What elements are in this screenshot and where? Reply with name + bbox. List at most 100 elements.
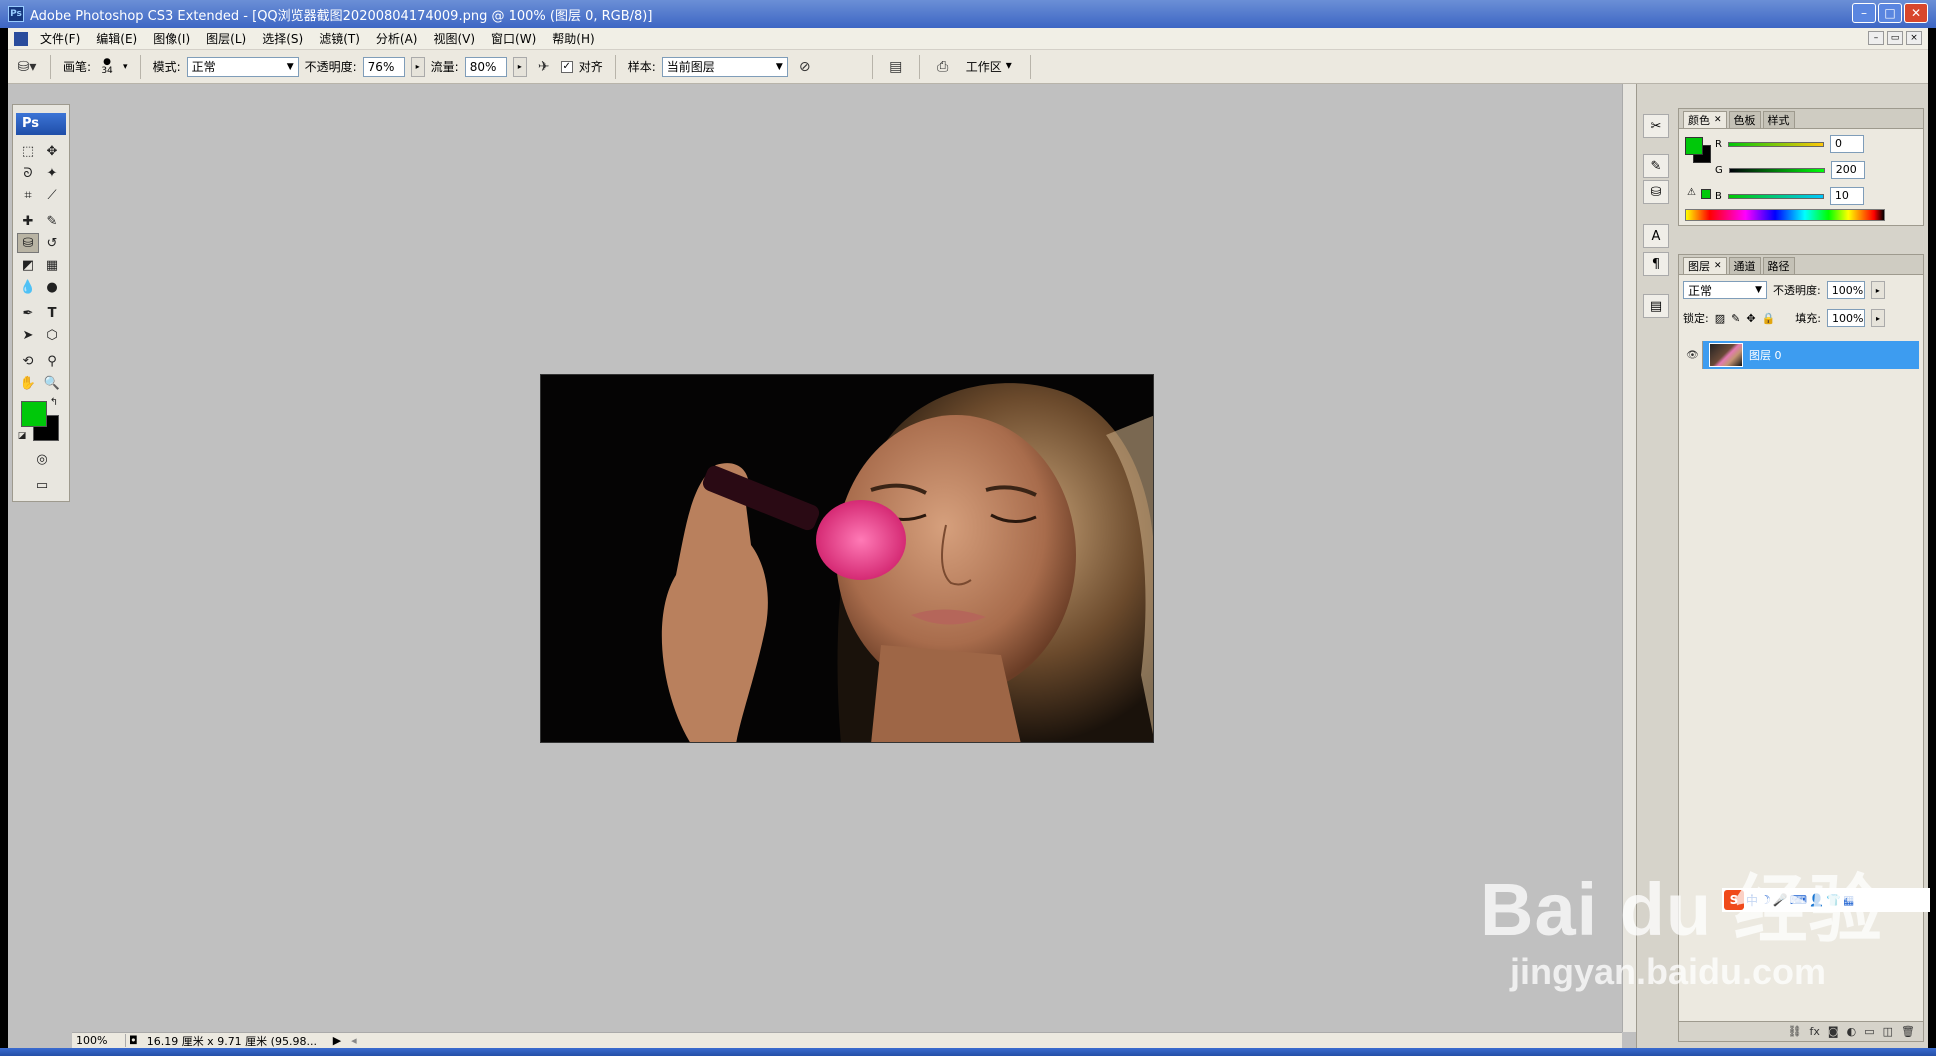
windows-taskbar[interactable] [0,1048,1936,1056]
pen-icon[interactable]: ✒ [17,303,39,323]
move-icon[interactable]: ✥ [41,141,63,161]
g-input[interactable]: 200 [1830,161,1865,179]
aligned-checkbox[interactable]: ✓ [560,60,573,73]
tab-swatches[interactable]: 色板 [1728,111,1761,128]
b-slider[interactable] [1727,193,1824,199]
hscroll-left-icon[interactable]: ◂ [347,1034,361,1047]
hand-icon[interactable]: ✋ [17,373,39,393]
default-colors-icon[interactable]: ◪ [15,429,29,443]
ime-toolbar[interactable]: S 中 ☽ 🎤 ⌨ 👤 👕 ▦ [1722,888,1930,912]
link-layers-icon[interactable]: ⛓ [1788,1025,1802,1038]
magic-wand-icon[interactable]: ✦ [41,163,63,183]
menu-image[interactable]: 图像(I) [145,30,198,47]
layer-opacity-slider-button[interactable]: ▸ [1870,281,1885,299]
eraser-icon[interactable]: ◩ [17,255,39,275]
flow-slider-button[interactable]: ▸ [512,56,527,77]
color-spectrum-bar[interactable] [1685,209,1885,221]
palette-well-icon[interactable]: ▤ [885,56,907,78]
ignore-adjustment-layers-icon[interactable]: ⊘ [794,56,816,78]
new-group-icon[interactable]: ▭ [1864,1025,1874,1038]
opacity-input[interactable]: 76% [362,56,405,77]
layer-style-icon[interactable]: fx [1810,1025,1820,1038]
brush-icon[interactable]: ✎ [41,211,63,231]
crop-icon[interactable]: ⌗ [17,185,39,205]
r-input[interactable]: 0 [1829,135,1864,153]
brush-dropdown-arrow-icon[interactable]: ▾ [123,62,128,72]
lasso-icon[interactable]: ᘐ [17,163,39,183]
zoom-level[interactable]: 100% [72,1034,126,1047]
panel-fg-swatch[interactable] [1685,137,1703,155]
document-image[interactable] [540,374,1154,743]
history-brush-icon[interactable]: ↺ [41,233,63,253]
bridge-icon[interactable]: ⎙ [932,56,954,78]
menu-layer[interactable]: 图层(L) [198,30,254,47]
maximize-button[interactable]: □ [1878,3,1902,23]
3d-rotate-icon[interactable]: ⟲ [17,351,39,371]
marquee-icon[interactable]: ⬚ [17,141,39,161]
gamut-warning-icon[interactable]: ⚠ [1687,187,1696,198]
tab-channels[interactable]: 通道 [1728,257,1761,274]
adjustment-layer-icon[interactable]: ◐ [1847,1025,1857,1038]
lock-position-icon[interactable]: ✥ [1746,312,1755,325]
menu-view[interactable]: 视图(V) [425,30,483,47]
layer-row[interactable]: 👁 图层 0 [1683,341,1919,369]
sample-select[interactable]: 当前图层 ▼ [661,56,788,77]
g-slider[interactable] [1728,167,1825,173]
dodge-icon[interactable]: ● [41,277,63,297]
doc-minimize-button[interactable]: – [1868,31,1884,45]
menu-window[interactable]: 窗口(W) [483,30,544,47]
mode-select[interactable]: 正常 ▼ [186,56,299,77]
clone-source-icon[interactable]: ⛁ [1643,180,1669,204]
tab-color[interactable]: 颜色 ✕ [1683,111,1727,128]
close-button[interactable]: ✕ [1904,3,1928,23]
lock-all-icon[interactable]: 🔒 [1762,312,1776,325]
airbrush-icon[interactable]: ✈ [533,56,555,78]
character-icon[interactable]: A [1643,224,1669,248]
menu-analysis[interactable]: 分析(A) [368,30,426,47]
menu-filter[interactable]: 滤镜(T) [311,30,368,47]
close-icon[interactable]: ✕ [1714,261,1722,271]
foreground-color-swatch[interactable] [21,401,47,427]
tools-preset-icon[interactable]: ✂ [1643,114,1669,138]
fill-input[interactable]: 100% [1826,309,1865,327]
doc-close-button[interactable]: × [1906,31,1922,45]
brush-picker[interactable]: ● 34 [97,57,117,76]
layer-mask-icon[interactable]: ◙ [1828,1025,1839,1038]
flow-input[interactable]: 80% [464,56,507,77]
menu-edit[interactable]: 编辑(E) [88,30,145,47]
delete-layer-icon[interactable]: 🗑 [1901,1025,1915,1038]
blend-mode-select[interactable]: 正常 ▼ [1683,281,1767,299]
zoom-icon[interactable]: 🔍 [41,373,63,393]
visibility-eye-icon[interactable]: 👁 [1683,341,1703,369]
tab-paths[interactable]: 路径 [1762,257,1795,274]
status-arrow-icon[interactable]: ▶ [327,1034,347,1047]
menu-select[interactable]: 选择(S) [254,30,311,47]
eyedropper-icon[interactable]: ⚲ [41,351,63,371]
close-icon[interactable]: ✕ [1714,115,1722,125]
lock-image-icon[interactable]: ✎ [1731,312,1740,325]
path-selection-icon[interactable]: ➤ [17,325,39,345]
layer-comps-icon[interactable]: ▤ [1643,294,1669,318]
brushes-icon[interactable]: ✎ [1643,154,1669,178]
blur-icon[interactable]: 💧 [17,277,39,297]
healing-brush-icon[interactable]: ✚ [17,211,39,231]
workspace-menu[interactable]: 工作区 ▾ [960,58,1018,75]
shape-icon[interactable]: ⬡ [41,325,63,345]
opacity-slider-button[interactable]: ▸ [410,56,425,77]
layer-opacity-input[interactable]: 100% [1826,281,1865,299]
tab-styles[interactable]: 样式 [1762,111,1795,128]
fill-slider-button[interactable]: ▸ [1870,309,1885,327]
status-menu-icon[interactable]: ◘ [126,1034,141,1047]
r-slider[interactable] [1727,141,1824,147]
tab-layers[interactable]: 图层 ✕ [1683,257,1727,274]
type-icon[interactable]: T [41,303,63,323]
doc-restore-button[interactable]: ▭ [1887,31,1903,45]
screen-mode-icon[interactable]: ▭ [31,475,53,495]
slice-icon[interactable]: ⟋ [41,185,63,205]
swap-colors-icon[interactable]: ↰ [47,395,61,409]
menu-file[interactable]: 文件(F) [32,30,88,47]
quick-mask-icon[interactable]: ◎ [31,449,53,469]
paragraph-icon[interactable]: ¶ [1643,252,1669,276]
lock-transparency-icon[interactable]: ▨ [1715,312,1725,325]
minimize-button[interactable]: – [1852,3,1876,23]
